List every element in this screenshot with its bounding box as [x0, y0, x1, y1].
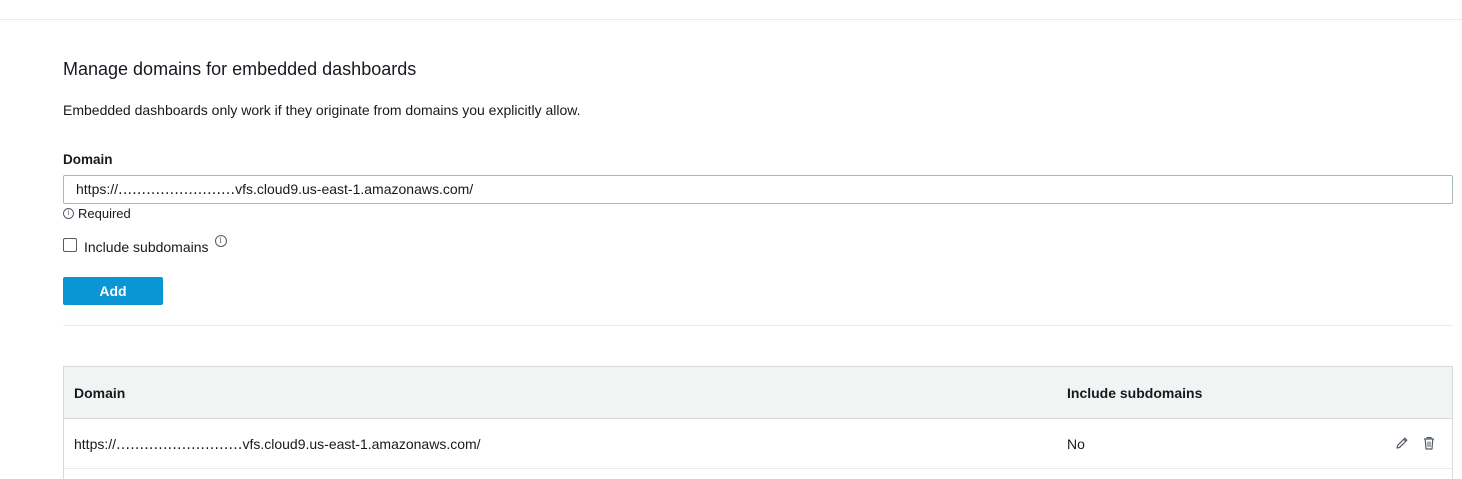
include-subdomains-label[interactable]: Include subdomains	[84, 239, 209, 255]
include-subdomains-checkbox[interactable]	[63, 238, 77, 252]
page-title: Manage domains for embedded dashboards	[63, 59, 417, 79]
add-button[interactable]: Add	[63, 277, 163, 305]
row-include-subdomains-cell: No	[1067, 436, 1085, 452]
table-row: https://․․․․․․․․․․․․․․․․․․․․․․․․․․․vfs.c…	[64, 419, 1452, 469]
trash-icon[interactable]	[1421, 435, 1437, 451]
row-domain-cell: https://․․․․․․․․․․․․․․․․․․․․․․․․․․․vfs.c…	[74, 436, 481, 452]
pencil-icon[interactable]	[1394, 435, 1410, 451]
page-description: Embedded dashboards only work if they or…	[63, 102, 581, 118]
info-circle-icon: i	[63, 208, 74, 219]
section-divider	[63, 325, 1453, 326]
domains-table: Domain Include subdomains https://․․․․․․…	[63, 366, 1453, 479]
info-icon[interactable]: i	[214, 235, 227, 247]
include-subdomains-row: Include subdomains i	[63, 235, 227, 255]
domain-input[interactable]	[63, 175, 1453, 204]
top-divider	[0, 19, 1462, 20]
table-next-row	[64, 469, 1452, 479]
required-hint: i Required	[63, 206, 131, 221]
column-header-include-subdomains: Include subdomains	[1067, 385, 1203, 401]
domain-field-label: Domain	[63, 152, 113, 167]
required-text: Required	[78, 206, 131, 221]
table-header: Domain Include subdomains	[64, 367, 1452, 419]
column-header-domain: Domain	[74, 385, 126, 401]
